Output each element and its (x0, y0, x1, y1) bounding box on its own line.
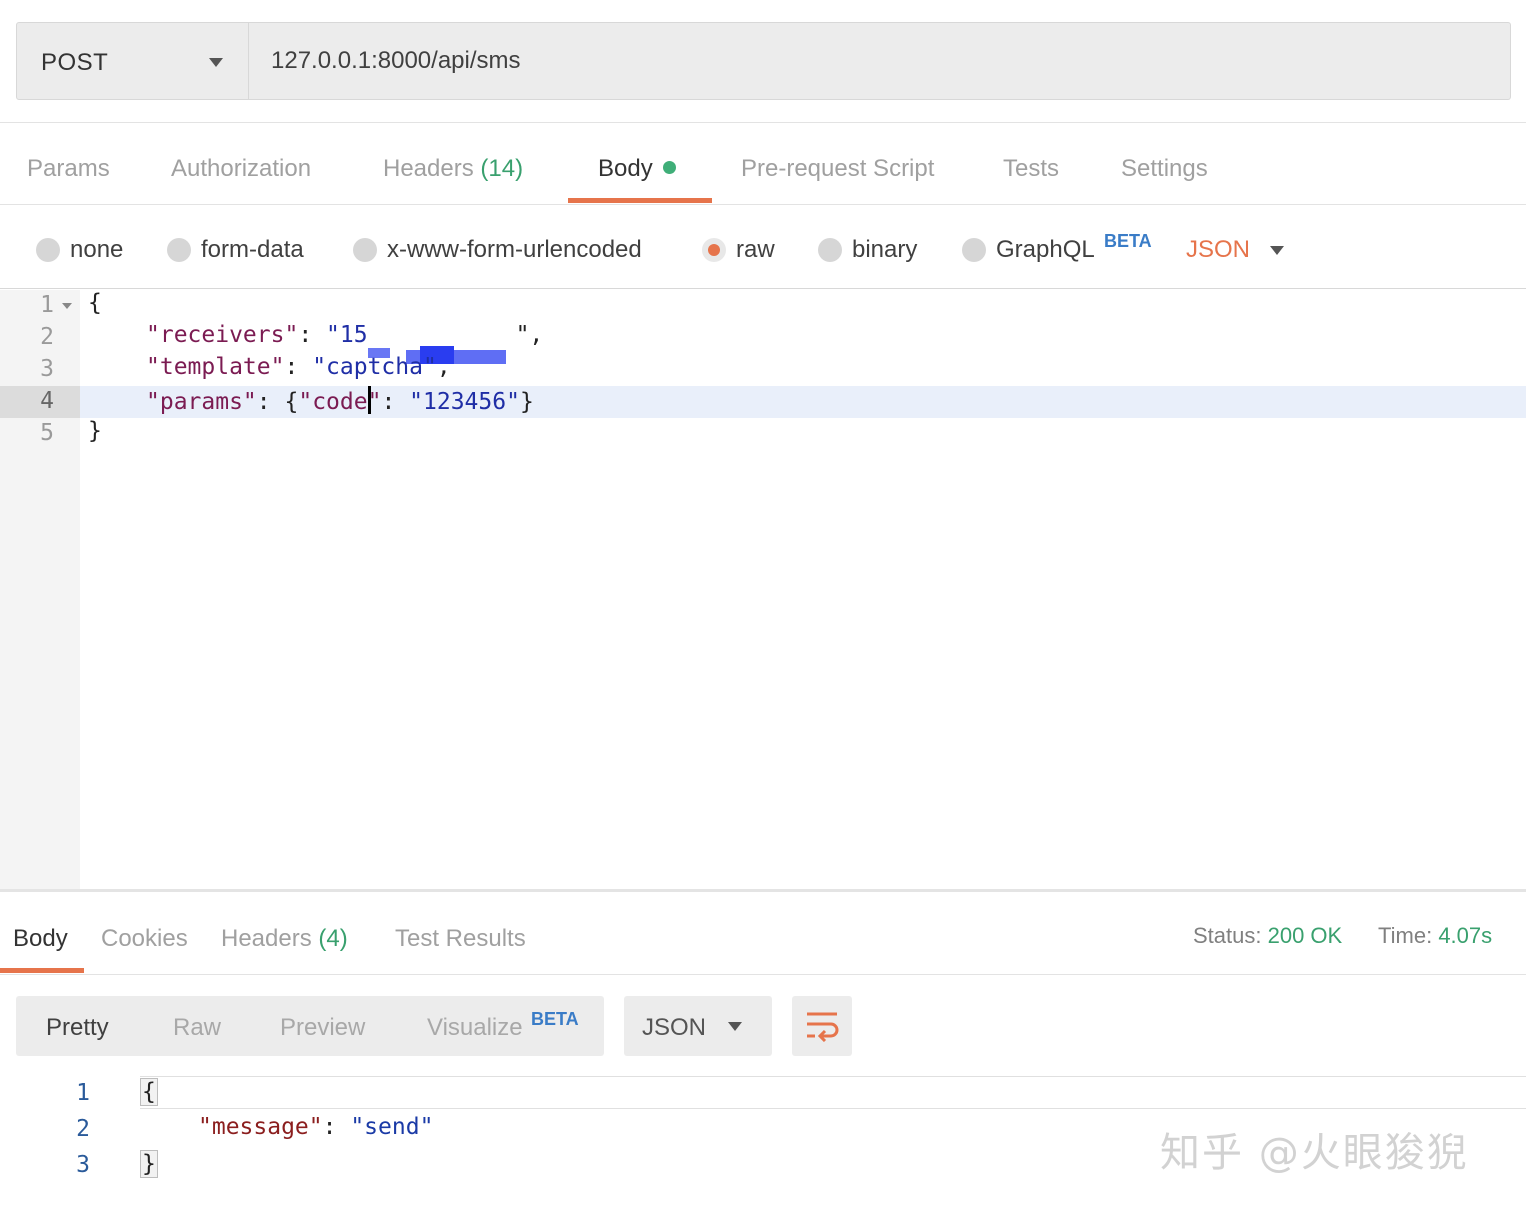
response-tab-test-results[interactable]: Test Results (395, 925, 526, 953)
response-line-number: 3 (76, 1152, 90, 1178)
radio-urlencoded[interactable] (353, 238, 377, 262)
tab-tests[interactable]: Tests (1003, 155, 1059, 183)
tab-prerequest-script[interactable]: Pre-request Script (741, 155, 934, 183)
response-format-select[interactable]: JSON (624, 996, 772, 1056)
response-tab-body[interactable]: Body (13, 925, 68, 953)
radio-raw-label: raw (736, 236, 775, 263)
radio-none[interactable] (36, 238, 60, 262)
response-line-number: 1 (76, 1080, 90, 1106)
editor-line[interactable]: "params": {"code": "123456"} (146, 386, 534, 415)
radio-none-label: none (70, 236, 124, 263)
line-number: 1 (40, 292, 54, 318)
line-number: 5 (40, 420, 54, 446)
divider (0, 974, 1526, 975)
divider (0, 204, 1526, 205)
response-divider[interactable] (0, 889, 1526, 892)
response-close-brace: } (140, 1150, 158, 1178)
editor-line[interactable]: { (88, 290, 102, 316)
headers-count: (14) (480, 155, 524, 182)
divider (0, 122, 1526, 123)
body-format-select[interactable]: JSON (1186, 236, 1250, 264)
radio-graphql-label: GraphQL (996, 236, 1095, 263)
wrap-lines-icon (807, 1012, 839, 1042)
response-open-brace: { (140, 1078, 158, 1106)
radio-raw[interactable] (702, 238, 726, 262)
radio-form-data-label: form-data (201, 236, 304, 263)
tab-body[interactable]: Body (598, 155, 676, 183)
url-input[interactable]: 127.0.0.1:8000/api/sms (271, 47, 521, 75)
radio-binary[interactable] (818, 238, 842, 262)
tab-settings[interactable]: Settings (1121, 155, 1208, 183)
radio-form-data[interactable] (167, 238, 191, 262)
graphql-beta-badge: BETA (1104, 231, 1152, 251)
watermark: 知乎 @火眼狻猊 (1160, 1130, 1469, 1176)
radio-binary-label: binary (852, 236, 918, 263)
editor-line[interactable]: } (88, 418, 102, 444)
chevron-down-icon (728, 1022, 742, 1031)
fold-arrow-icon[interactable] (62, 303, 72, 309)
line-number: 3 (40, 356, 54, 382)
time-value: 4.07s (1438, 923, 1493, 948)
response-tab-cookies[interactable]: Cookies (101, 925, 188, 953)
view-preview-button[interactable]: Preview (280, 1014, 365, 1042)
body-modified-indicator (662, 161, 676, 175)
tab-headers[interactable]: Headers (14) (383, 155, 523, 183)
response-time: Time: 4.07s (1378, 923, 1493, 948)
divider (0, 288, 1526, 289)
line-number: 4 (40, 388, 54, 414)
view-raw-button[interactable]: Raw (173, 1014, 221, 1042)
response-format-label: JSON (642, 1014, 707, 1041)
line-number: 2 (40, 324, 54, 350)
tab-params[interactable]: Params (27, 155, 110, 183)
visualize-beta-badge: BETA (531, 1009, 579, 1029)
divider (140, 1108, 1526, 1109)
request-bar: POST 127.0.0.1:8000/api/sms (16, 22, 1511, 100)
response-line: "message": "send" (198, 1114, 434, 1140)
active-tab-underline (568, 198, 712, 203)
response-status: Status: 200 OK (1193, 923, 1343, 948)
editor-line[interactable]: "receivers": "15 ", (146, 322, 543, 364)
radio-graphql[interactable] (962, 238, 986, 262)
radio-urlencoded-label: x-www-form-urlencoded (387, 236, 642, 263)
view-visualize-button[interactable]: Visualize (427, 1014, 523, 1042)
view-pretty-button[interactable]: Pretty (46, 1014, 109, 1042)
wrap-lines-button[interactable] (792, 996, 852, 1056)
editor-line[interactable]: "template": "captcha", (146, 354, 451, 380)
method-select[interactable]: POST (17, 23, 249, 99)
divider (140, 1076, 1526, 1077)
status-value: 200 OK (1267, 923, 1343, 948)
tab-body-label: Body (598, 155, 653, 182)
active-response-tab-underline (0, 968, 84, 973)
response-tab-headers[interactable]: Headers (4) (221, 925, 348, 953)
tab-headers-label: Headers (383, 155, 474, 182)
tab-authorization[interactable]: Authorization (171, 155, 311, 183)
chevron-down-icon[interactable] (1270, 246, 1284, 255)
response-line-number: 2 (76, 1116, 90, 1142)
method-label: POST (41, 49, 109, 76)
chevron-down-icon (209, 58, 223, 67)
